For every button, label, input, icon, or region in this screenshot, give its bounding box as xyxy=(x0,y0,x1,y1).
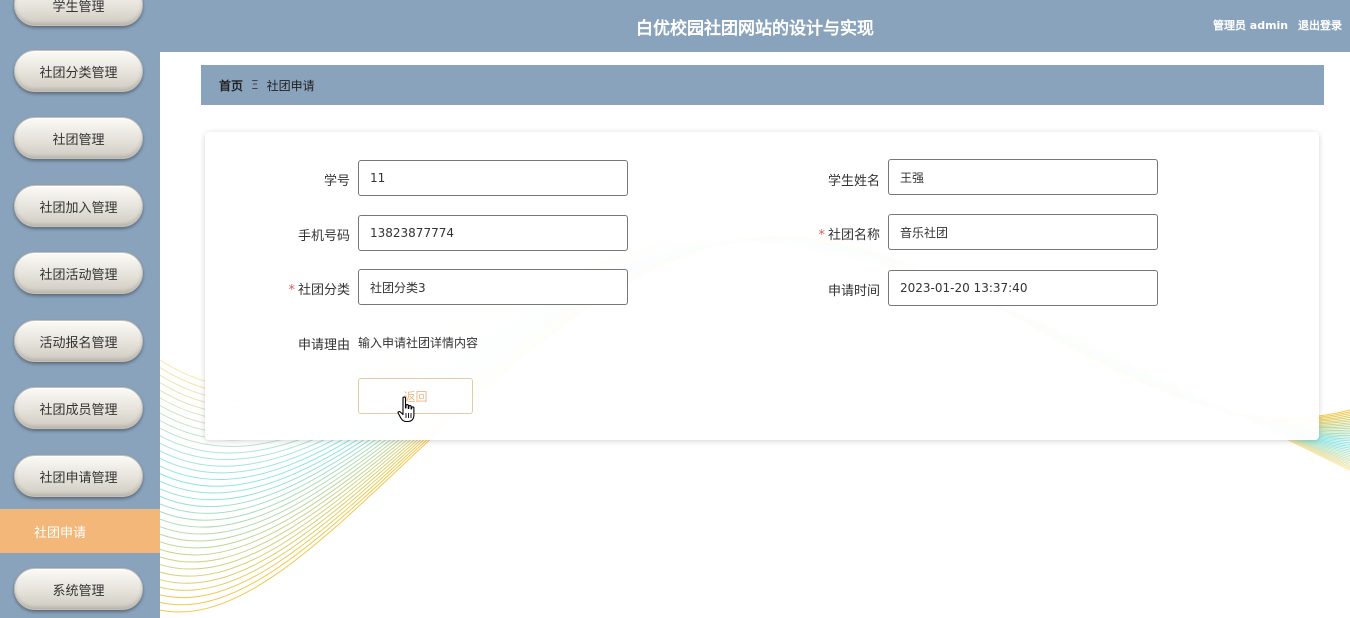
top-header: 白优校园社团网站的设计与实现 管理员 admin 退出登录 xyxy=(160,0,1350,52)
student-id-label-text: 学号 xyxy=(323,174,350,189)
reason-label: 申请理由 xyxy=(298,334,350,353)
sidebar-item-club-join-management[interactable]: 社团加入管理 xyxy=(14,185,143,227)
apply-time-label: 申请时间 xyxy=(828,280,880,299)
reason-label-text: 申请理由 xyxy=(297,338,350,353)
sidebar: 学生管理 社团分类管理 社团管理 社团加入管理 社团活动管理 活动报名管理 社团… xyxy=(0,0,160,618)
club-category-input[interactable] xyxy=(358,269,628,305)
sidebar-item-label: 社团加入管理 xyxy=(39,200,118,216)
breadcrumb: 首页 Ξ 社团申请 xyxy=(201,65,1324,105)
breadcrumb-current: 社团申请 xyxy=(266,78,315,93)
breadcrumb-separator-icon: Ξ xyxy=(251,78,259,92)
sidebar-item-club-category-management[interactable]: 社团分类管理 xyxy=(14,50,143,92)
club-name-label-text: 社团名称 xyxy=(827,228,880,243)
sidebar-item-student-management[interactable]: 学生管理 xyxy=(14,0,143,26)
hand-cursor-icon xyxy=(397,396,415,423)
sidebar-item-club-activity-management[interactable]: 社团活动管理 xyxy=(14,252,143,294)
apply-time-input[interactable] xyxy=(888,270,1158,306)
breadcrumb-home-link[interactable]: 首页 xyxy=(219,77,243,94)
club-name-label: * 社团名称 xyxy=(818,224,880,243)
sidebar-item-club-member-management[interactable]: 社团成员管理 xyxy=(14,387,143,429)
sidebar-item-club-application[interactable]: 社团申请 xyxy=(0,509,160,553)
club-category-label-text: 社团分类 xyxy=(297,283,350,298)
sidebar-item-label: 社团管理 xyxy=(52,132,105,148)
sidebar-item-label: 社团申请 xyxy=(34,525,87,541)
apply-time-label-text: 申请时间 xyxy=(827,284,880,299)
student-name-input[interactable] xyxy=(888,159,1158,195)
sidebar-item-label: 社团分类管理 xyxy=(39,65,118,81)
student-id-input[interactable] xyxy=(358,160,628,196)
required-mark: * xyxy=(288,283,295,298)
sidebar-item-label: 系统管理 xyxy=(52,583,105,599)
sidebar-item-system-management[interactable]: 系统管理 xyxy=(14,568,143,610)
student-id-label: 学号 xyxy=(324,170,350,189)
sidebar-item-club-management[interactable]: 社团管理 xyxy=(14,117,143,159)
sidebar-item-activity-signup-management[interactable]: 活动报名管理 xyxy=(14,320,143,362)
sidebar-item-label: 社团成员管理 xyxy=(39,402,118,418)
required-mark: * xyxy=(818,228,825,243)
phone-label: 手机号码 xyxy=(298,225,350,244)
student-name-label-text: 学生姓名 xyxy=(827,174,880,189)
phone-input[interactable] xyxy=(358,215,628,251)
site-title: 白优校园社团网站的设计与实现 xyxy=(636,19,874,39)
club-name-input[interactable] xyxy=(888,214,1158,250)
sidebar-item-label: 社团申请管理 xyxy=(39,470,118,486)
logout-link[interactable]: 退出登录 xyxy=(1298,19,1342,32)
student-name-label: 学生姓名 xyxy=(828,170,880,189)
user-area: 管理员 admin 退出登录 xyxy=(1207,17,1342,33)
sidebar-item-label: 社团活动管理 xyxy=(39,267,118,283)
sidebar-item-label: 活动报名管理 xyxy=(39,335,118,351)
sidebar-item-label: 学生管理 xyxy=(52,0,105,15)
application-form-card: 学号 学生姓名 手机号码 *社团名称 *社团分类 申请时间 申请理由 输入申请社… xyxy=(205,132,1319,440)
phone-label-text: 手机号码 xyxy=(297,229,350,244)
sidebar-item-club-application-management[interactable]: 社团申请管理 xyxy=(14,455,143,497)
current-user-label: 管理员 admin xyxy=(1212,19,1289,32)
reason-content[interactable]: 输入申请社团详情内容 xyxy=(358,334,478,351)
club-category-label: * 社团分类 xyxy=(288,279,350,298)
